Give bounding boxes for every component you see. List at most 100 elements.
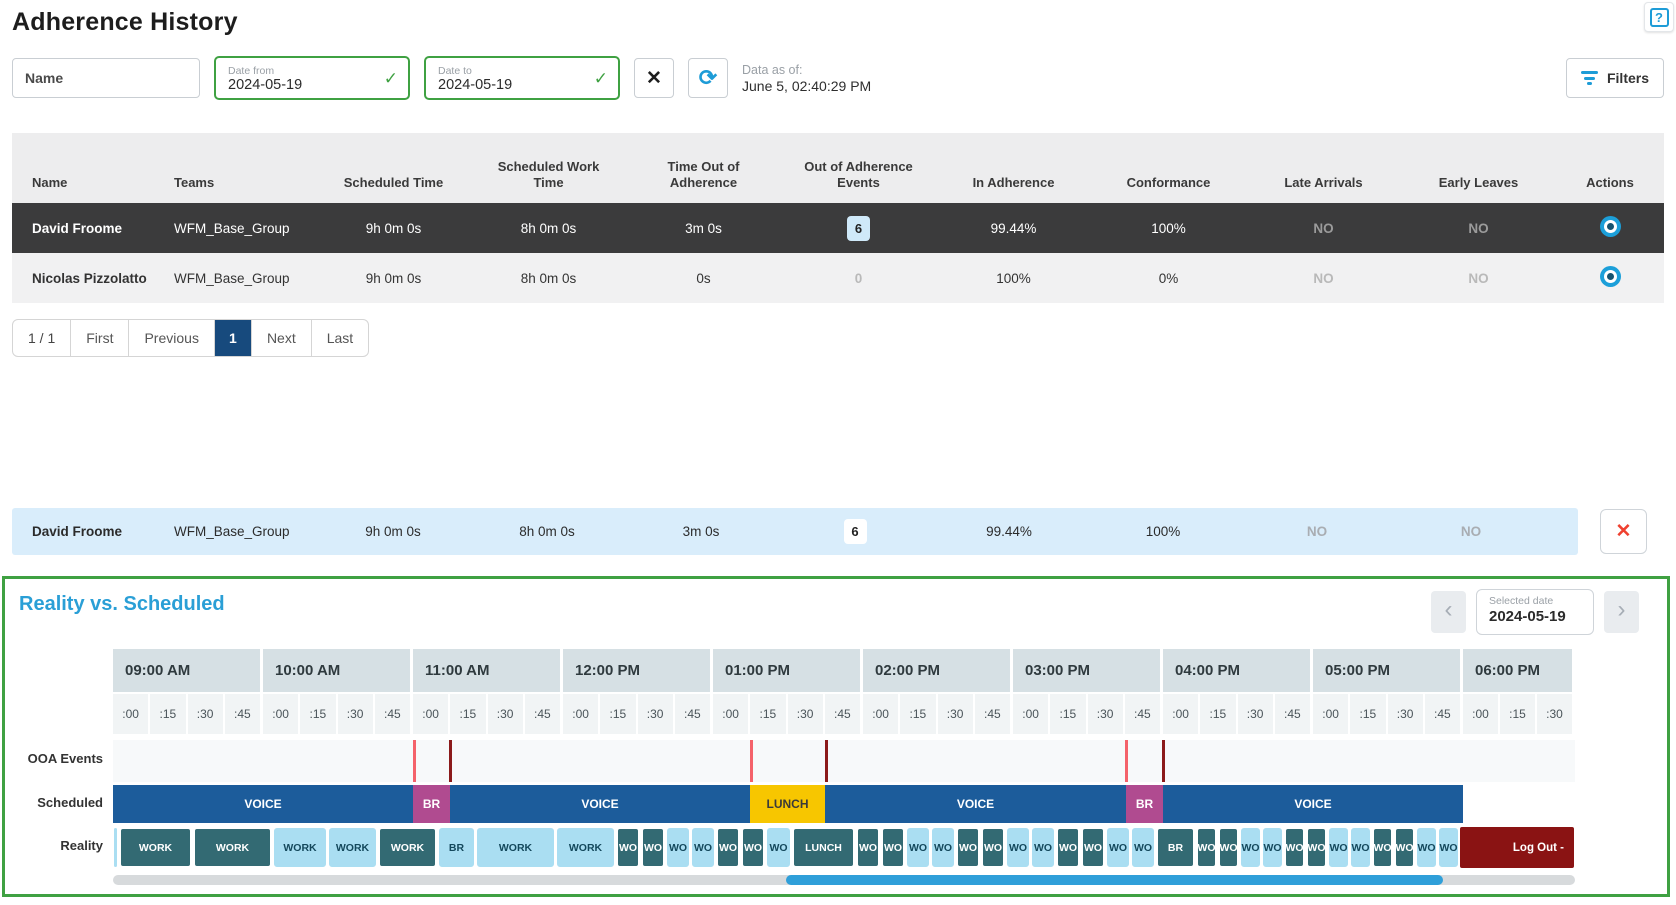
hour-column-9: 06:00 PM:00:15:30 xyxy=(1463,649,1575,734)
hour-column-7: 04:00 PM:00:15:30:45 xyxy=(1163,649,1313,734)
reality-segment-wo: WO xyxy=(1262,827,1283,868)
refresh-button[interactable]: ⟳ xyxy=(688,58,728,98)
reality-segment-work: WORK xyxy=(328,827,377,868)
column-header-6: In Adherence xyxy=(936,175,1091,191)
hour-label: 03:00 PM xyxy=(1013,649,1160,692)
reality-segment-wo: WO xyxy=(1106,827,1130,868)
cell-early_leaves: NO xyxy=(1394,524,1548,539)
reality-segment-wo: WO xyxy=(1031,827,1055,868)
ooa-events-badge[interactable]: 6 xyxy=(844,519,867,544)
table-row-david-froome[interactable]: David FroomeWFM_Base_Group9h 0m 0s8h 0m … xyxy=(12,203,1664,253)
date-to-field[interactable]: Date to 2024-05-19 ✓ xyxy=(424,56,620,100)
quarter-tick: :45 xyxy=(375,694,410,734)
quarter-tick: :15 xyxy=(900,694,935,734)
reality-segment-wo: WO xyxy=(981,827,1005,868)
timeline: 09:00 AM:00:15:30:4510:00 AM:00:15:30:45… xyxy=(19,649,1653,885)
cell-conformance: 0% xyxy=(1091,271,1246,286)
reality-segment-wo: WO xyxy=(931,827,955,868)
scheduled-strip: VOICEBRVOICELUNCHVOICEBRVOICE xyxy=(113,785,1575,823)
reality-segment-work: WORK xyxy=(556,827,615,868)
hour-label: 12:00 PM xyxy=(563,649,710,692)
page-title: Adherence History xyxy=(12,8,1664,37)
reality-segment-wo: WO xyxy=(1196,827,1217,868)
clear-dates-button[interactable]: ✕ xyxy=(634,58,674,98)
quarter-tick: :15 xyxy=(1500,694,1535,734)
cell-actions xyxy=(1556,266,1664,290)
quarter-tick: :30 xyxy=(338,694,373,734)
chevron-right-icon: › xyxy=(1618,596,1626,624)
reality-segment-wo: WO xyxy=(856,827,880,868)
cell-in_adherence: 100% xyxy=(936,271,1091,286)
ooa-events-badge[interactable]: 6 xyxy=(847,216,870,241)
cell-name: Nicolas Pizzolatto xyxy=(12,271,154,286)
reality-segment-wo: WO xyxy=(666,827,690,868)
cell-late_arrivals: NO xyxy=(1240,524,1394,539)
pagination-last[interactable]: Last xyxy=(312,320,368,356)
quarter-tick: :15 xyxy=(600,694,635,734)
ooa-event-marker-end xyxy=(1162,740,1165,782)
pagination: 1 / 1 First Previous 1 Next Last xyxy=(12,319,369,357)
timeline-hours-line: 09:00 AM:00:15:30:4510:00 AM:00:15:30:45… xyxy=(19,649,1653,734)
date-from-label: Date from xyxy=(228,65,302,77)
selected-date-field[interactable]: Selected date 2024-05-19 xyxy=(1476,589,1594,635)
name-filter-input[interactable] xyxy=(12,58,200,98)
close-detail-button[interactable]: ✕ xyxy=(1600,509,1647,554)
hour-column-1: 10:00 AM:00:15:30:45 xyxy=(263,649,413,734)
panel-header: Reality vs. Scheduled ‹ Selected date 20… xyxy=(19,589,1653,635)
selected-agent-row: David FroomeWFM_Base_Group9h 0m 0s8h 0m … xyxy=(12,508,1578,555)
reality-segment-wo: WO xyxy=(1416,827,1437,868)
filters-button-label: Filters xyxy=(1607,70,1649,86)
hour-column-4: 01:00 PM:00:15:30:45 xyxy=(713,649,863,734)
pagination-first[interactable]: First xyxy=(71,320,129,356)
quarter-tick: :30 xyxy=(938,694,973,734)
table-row-nicolas-pizzolatto[interactable]: Nicolas PizzolattoWFM_Base_Group9h 0m 0s… xyxy=(12,253,1664,303)
next-day-button[interactable]: › xyxy=(1604,591,1639,633)
reality-segment-wo: WO xyxy=(616,827,640,868)
column-header-4: Time Out of Adherence xyxy=(626,159,781,191)
hour-label: 11:00 AM xyxy=(413,649,560,692)
cell-teams: WFM_Base_Group xyxy=(154,271,316,286)
reality-segment-work: WORK xyxy=(119,827,192,868)
timeline-scrollbar-line xyxy=(19,868,1653,885)
date-to-value: 2024-05-19 xyxy=(438,77,512,94)
cell-scheduled_time: 9h 0m 0s xyxy=(316,221,471,236)
reality-segment-wo: WO xyxy=(881,827,905,868)
cell-late_arrivals: NO xyxy=(1246,271,1401,286)
reality-line: Reality WORKWORKWORKWORKWORKBRWORKWORKWO… xyxy=(19,823,1653,868)
pagination-previous[interactable]: Previous xyxy=(129,320,214,356)
pagination-page-1[interactable]: 1 xyxy=(215,320,252,356)
quarter-tick: :45 xyxy=(1275,694,1310,734)
view-agent-eye-icon[interactable] xyxy=(1600,266,1621,287)
scheduled-segment-br: BR xyxy=(1126,785,1163,823)
quarter-tick: :15 xyxy=(1200,694,1235,734)
reality-segment-wo: WO xyxy=(906,827,930,868)
cell-scheduled_work_time: 8h 0m 0s xyxy=(471,221,626,236)
quarter-tick: :15 xyxy=(150,694,185,734)
quarter-tick: :30 xyxy=(188,694,223,734)
data-as-of-label: Data as of: xyxy=(742,62,871,78)
column-header-9: Early Leaves xyxy=(1401,175,1556,191)
quarter-tick: :30 xyxy=(638,694,673,734)
filters-button[interactable]: Filters xyxy=(1566,58,1664,98)
quarter-tick: :45 xyxy=(1125,694,1160,734)
filter-bar: Date from 2024-05-19 ✓ Date to 2024-05-1… xyxy=(12,57,1664,99)
scrollbar-thumb[interactable] xyxy=(786,875,1444,885)
column-header-5: Out of Adherence Events xyxy=(781,159,936,191)
hour-label: 10:00 AM xyxy=(263,649,410,692)
hour-column-6: 03:00 PM:00:15:30:45 xyxy=(1013,649,1163,734)
pagination-next[interactable]: Next xyxy=(252,320,312,356)
cell-scheduled_time: 9h 0m 0s xyxy=(316,524,470,539)
previous-day-button[interactable]: ‹ xyxy=(1431,591,1466,633)
view-agent-eye-icon[interactable] xyxy=(1600,216,1621,237)
clear-icon: ✕ xyxy=(646,67,662,90)
help-button[interactable]: ? xyxy=(1644,2,1674,32)
cell-time_out_of_adherence: 3m 0s xyxy=(626,221,781,236)
cell-early_leaves: NO xyxy=(1401,271,1556,286)
date-navigation: ‹ Selected date 2024-05-19 › xyxy=(1431,589,1639,635)
cell-ooa_events: 6 xyxy=(778,519,932,544)
date-from-field[interactable]: Date from 2024-05-19 ✓ xyxy=(214,56,410,100)
timeline-scrollbar[interactable] xyxy=(113,875,1575,885)
selected-date-label: Selected date xyxy=(1489,595,1583,607)
reality-segment-wo: WO xyxy=(1372,827,1393,868)
reality-segment-wo: WO xyxy=(1218,827,1239,868)
